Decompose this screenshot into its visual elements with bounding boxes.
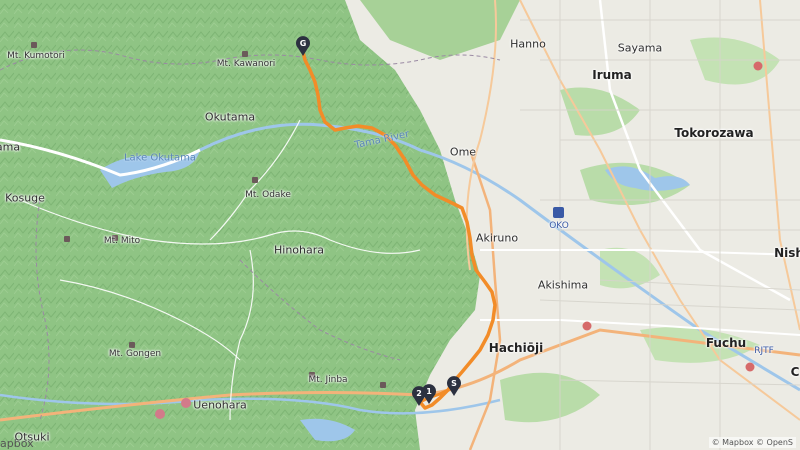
map-attribution[interactable]: © Mapbox © OpenS — [708, 437, 796, 448]
hospital-icon — [745, 362, 755, 372]
hospital-icon — [753, 61, 763, 71]
marker-goal-label: G — [299, 39, 307, 48]
marker-start-label: S — [451, 379, 457, 388]
airport-icon — [553, 207, 564, 218]
marker-waypoint-1-label: 1 — [426, 387, 432, 396]
map-canvas[interactable]: Hanno Sayama Iruma Tokorozawa Ome Akirun… — [0, 0, 800, 450]
marker-start[interactable]: S — [446, 376, 462, 396]
parking-icon — [155, 409, 165, 419]
parking-icon — [181, 398, 191, 408]
marker-waypoint-1[interactable]: 1 — [421, 384, 437, 404]
marker-goal[interactable]: G — [295, 36, 311, 56]
map-base-layer — [0, 0, 800, 450]
mapbox-logo[interactable]: apbox — [0, 437, 34, 450]
hospital-icon — [582, 321, 592, 331]
